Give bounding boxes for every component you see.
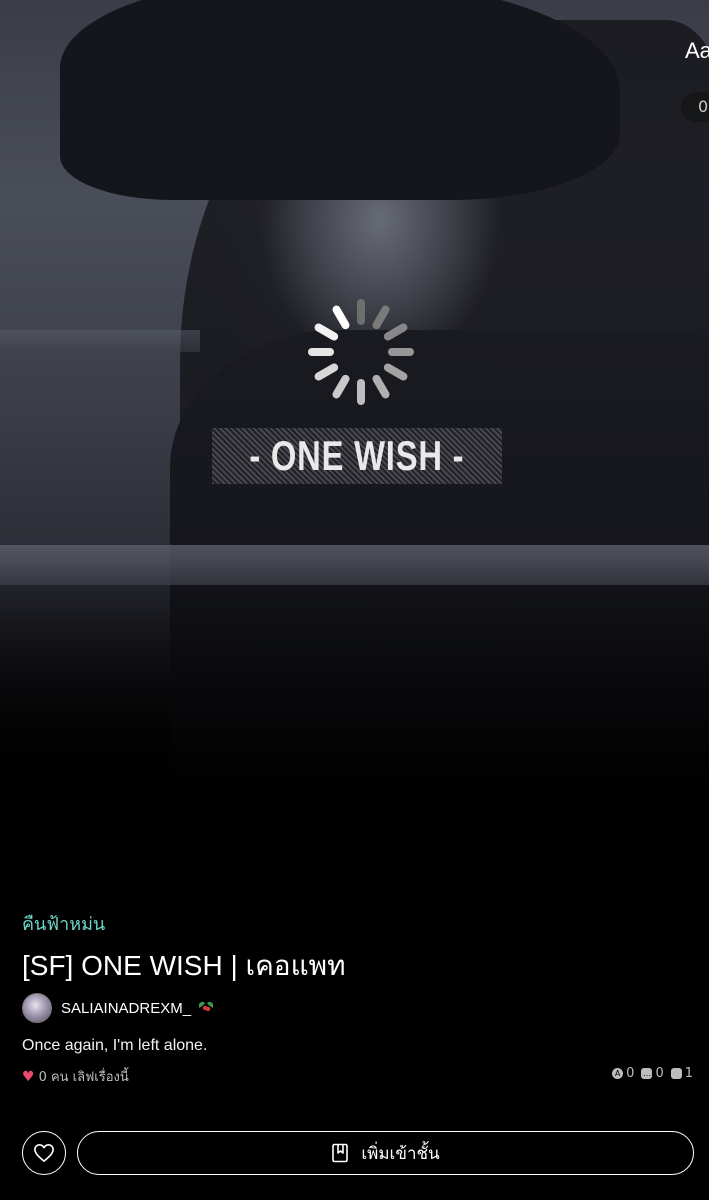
chapter-icon bbox=[670, 1068, 682, 1079]
comments-count: 0 bbox=[655, 1066, 664, 1081]
story-stats: A 0 … 0 1 bbox=[612, 1066, 693, 1081]
views-count: 0 bbox=[626, 1066, 635, 1081]
likes-row: ♥ 0 คน เลิฟเรื่องนี้ bbox=[22, 1066, 129, 1087]
spinner-spoke bbox=[357, 379, 365, 405]
spinner-spoke bbox=[357, 299, 365, 325]
spinner-spoke bbox=[382, 322, 409, 342]
spinner-spoke bbox=[308, 348, 334, 356]
chapters-count: 1 bbox=[684, 1066, 693, 1081]
avatar[interactable] bbox=[22, 993, 52, 1023]
story-title: [SF] ONE WISH | เคอแพท bbox=[22, 950, 346, 981]
love-button[interactable] bbox=[22, 1131, 66, 1175]
cover-title-plate: - ONE WISH - bbox=[212, 428, 502, 484]
heart-icon: ♥ bbox=[22, 1068, 35, 1085]
spinner-spoke bbox=[331, 373, 351, 400]
spinner-spoke bbox=[371, 373, 391, 400]
font-size-button[interactable]: Aa bbox=[685, 38, 709, 64]
spinner-spoke bbox=[331, 304, 351, 331]
add-to-shelf-button[interactable]: เพิ่มเข้าชั้น bbox=[77, 1131, 694, 1175]
cover-image: - ONE WISH - Aa 0 bbox=[0, 0, 709, 790]
spinner-spoke bbox=[371, 304, 391, 331]
story-tagline: Once again, I'm left alone. bbox=[22, 1037, 208, 1054]
spinner-spoke bbox=[313, 322, 340, 342]
views-stat: A 0 bbox=[612, 1066, 634, 1081]
chapters-stat: 1 bbox=[670, 1066, 693, 1081]
add-to-shelf-label: เพิ่มเข้าชั้น bbox=[361, 1143, 440, 1164]
spinner-spoke bbox=[388, 348, 414, 356]
cover-rail-upper bbox=[0, 330, 200, 352]
story-category[interactable]: คืนฟ้าหม่น bbox=[22, 909, 105, 938]
likes-text: 0 คน เลิฟเรื่องนี้ bbox=[38, 1070, 129, 1085]
comment-icon: … bbox=[641, 1068, 653, 1079]
counter-pill[interactable]: 0 bbox=[681, 92, 709, 122]
comments-stat: … 0 bbox=[641, 1066, 664, 1081]
cover-fade bbox=[0, 560, 709, 790]
cover-hair-shape bbox=[60, 0, 620, 200]
loading-spinner-icon bbox=[306, 297, 416, 407]
views-icon: A bbox=[612, 1068, 624, 1079]
author-row[interactable]: SALIAINADREXM_ bbox=[22, 993, 215, 1023]
holly-icon bbox=[197, 998, 215, 1018]
cover-title-text: - ONE WISH - bbox=[249, 432, 465, 479]
spinner-spoke bbox=[382, 362, 409, 382]
author-name[interactable]: SALIAINADREXM_ bbox=[61, 1000, 191, 1017]
heart-outline-icon bbox=[34, 1144, 54, 1162]
bookmark-book-icon bbox=[332, 1143, 349, 1163]
spinner-spoke bbox=[313, 362, 340, 382]
